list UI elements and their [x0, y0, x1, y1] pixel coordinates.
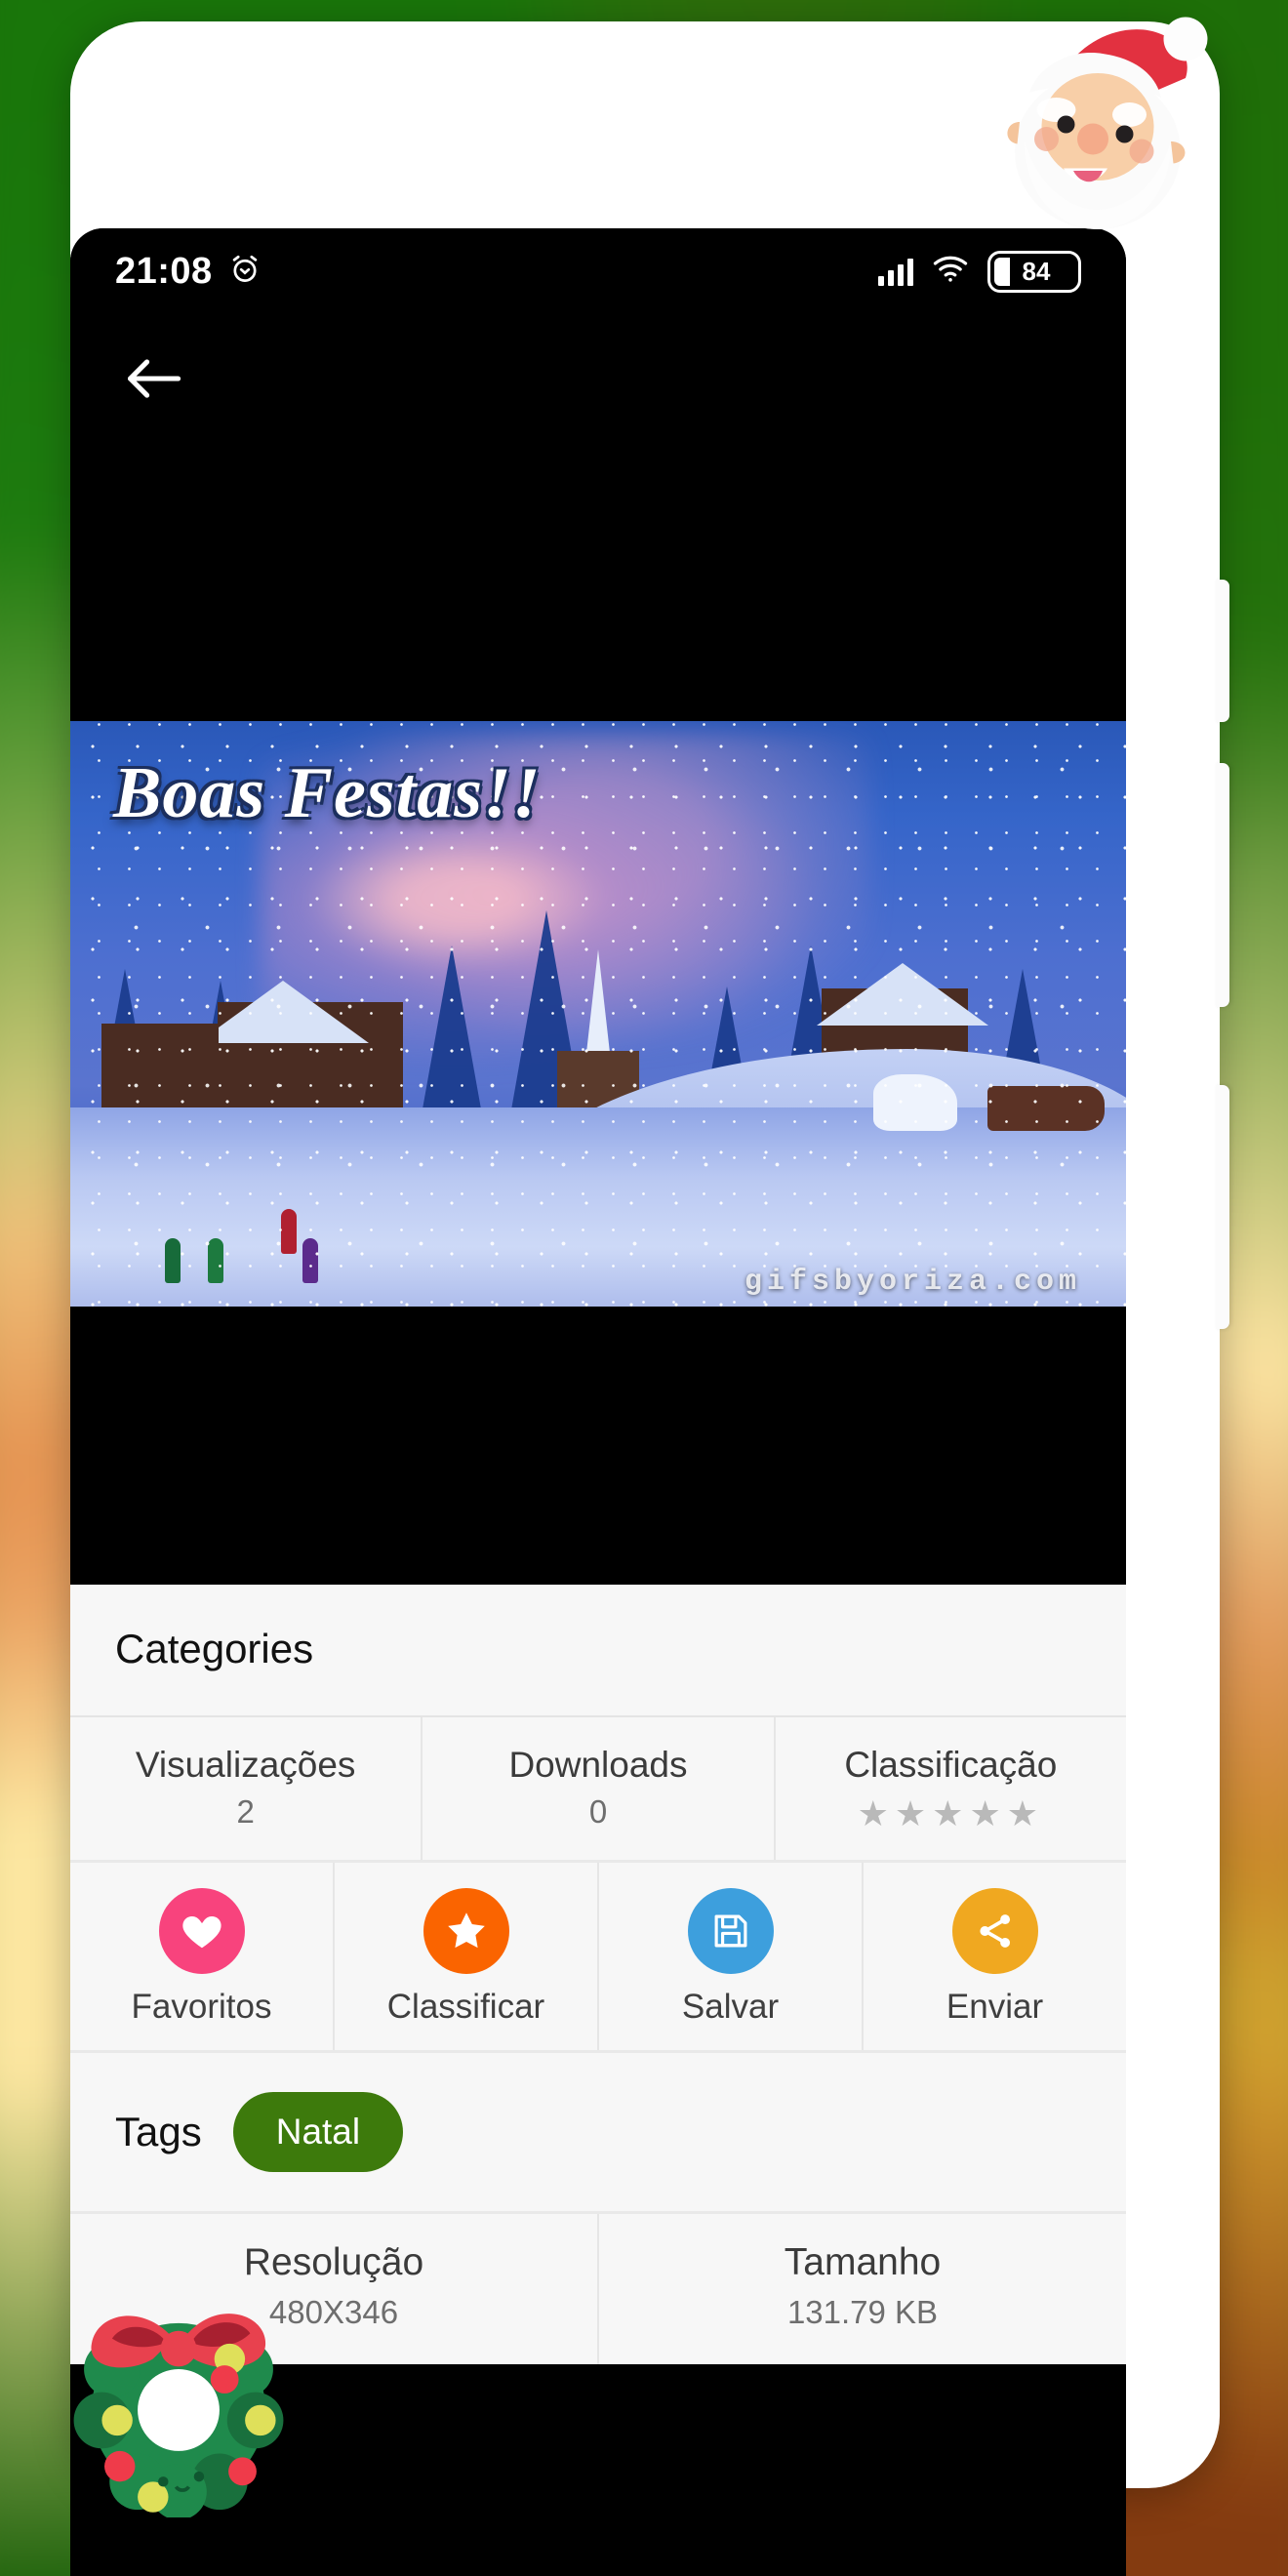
- phone-volume-down-button[interactable]: [1216, 1085, 1229, 1329]
- meta-resolution: Resolução 480X346: [70, 2214, 599, 2364]
- gif-title-text: Boas Festas!!: [113, 753, 542, 833]
- categories-title: Categories: [115, 1626, 314, 1671]
- meta-label: Resolução: [243, 2241, 424, 2283]
- star-icon: [423, 1888, 509, 1974]
- actions-row: Favoritos Classificar Salvar Enviar: [70, 1863, 1126, 2053]
- gif-preview-image[interactable]: Boas Festas!! gifsbyoriza.com: [70, 721, 1126, 1307]
- app-screen: 21:08 84 Boas Festas!! gifsbyoriza.com C…: [70, 228, 1126, 2576]
- tags-label: Tags: [115, 2109, 202, 2154]
- share-icon: [951, 1888, 1038, 1974]
- action-label: Salvar: [681, 1988, 780, 2026]
- battery-indicator: 84: [987, 250, 1081, 293]
- heart-icon: [158, 1888, 245, 1974]
- phone-device-frame: 21:08 84 Boas Festas!! gifsbyoriza.com C…: [70, 21, 1229, 2576]
- stat-label: Classificação: [844, 1745, 1058, 1785]
- tag-chip-natal[interactable]: Natal: [232, 2092, 404, 2172]
- stat-downloads: Downloads 0: [423, 1717, 776, 1860]
- floppy-disk-icon: [687, 1888, 774, 1974]
- favoritos-button[interactable]: Favoritos: [70, 1863, 335, 2050]
- salvar-button[interactable]: Salvar: [599, 1863, 864, 2050]
- status-bar-right: 84: [878, 250, 1081, 293]
- action-label: Enviar: [946, 1988, 1044, 2026]
- meta-row: Resolução 480X346 Tamanho 131.79 KB: [70, 2214, 1126, 2364]
- meta-value: 131.79 KB: [786, 2294, 939, 2330]
- phone-side-button-top[interactable]: [1216, 580, 1229, 722]
- alarm-clock-icon: [228, 253, 262, 291]
- status-clock: 21:08: [115, 250, 213, 292]
- arrow-left-icon[interactable]: [111, 337, 195, 421]
- stats-row: Visualizações 2 Downloads 0 Classificaçã…: [70, 1717, 1126, 1863]
- meta-value: 480X346: [268, 2294, 399, 2330]
- meta-size: Tamanho 131.79 KB: [599, 2214, 1126, 2364]
- stat-rating: Classificação ★★★★★: [776, 1717, 1126, 1860]
- stat-label: Visualizações: [135, 1745, 356, 1785]
- stat-value: 0: [588, 1793, 608, 1830]
- stat-value: 2: [236, 1793, 255, 1830]
- categories-section: Categories: [70, 1585, 1126, 1717]
- media-stage: Boas Festas!! gifsbyoriza.com: [70, 443, 1126, 1585]
- rating-stars[interactable]: ★★★★★: [784, 1793, 1118, 1834]
- action-label: Favoritos: [131, 1988, 272, 2026]
- wifi-icon: [933, 256, 968, 288]
- classificar-button[interactable]: Classificar: [335, 1863, 599, 2050]
- app-bar: [70, 314, 1126, 443]
- phone-volume-up-button[interactable]: [1216, 763, 1229, 1007]
- enviar-button[interactable]: Enviar: [864, 1863, 1126, 2050]
- info-panel: Categories Visualizações 2 Downloads 0 C…: [70, 1585, 1126, 2364]
- status-bar-left: 21:08: [115, 251, 262, 293]
- gif-watermark: gifsbyoriza.com: [744, 1266, 1081, 1299]
- tags-section: Tags Natal: [70, 2053, 1126, 2214]
- cellular-signal-icon: [878, 257, 913, 286]
- meta-label: Tamanho: [784, 2241, 942, 2283]
- stat-label: Downloads: [508, 1745, 688, 1785]
- action-label: Classificar: [386, 1988, 545, 2026]
- status-bar: 21:08 84: [70, 228, 1126, 314]
- stat-views: Visualizações 2: [70, 1717, 423, 1860]
